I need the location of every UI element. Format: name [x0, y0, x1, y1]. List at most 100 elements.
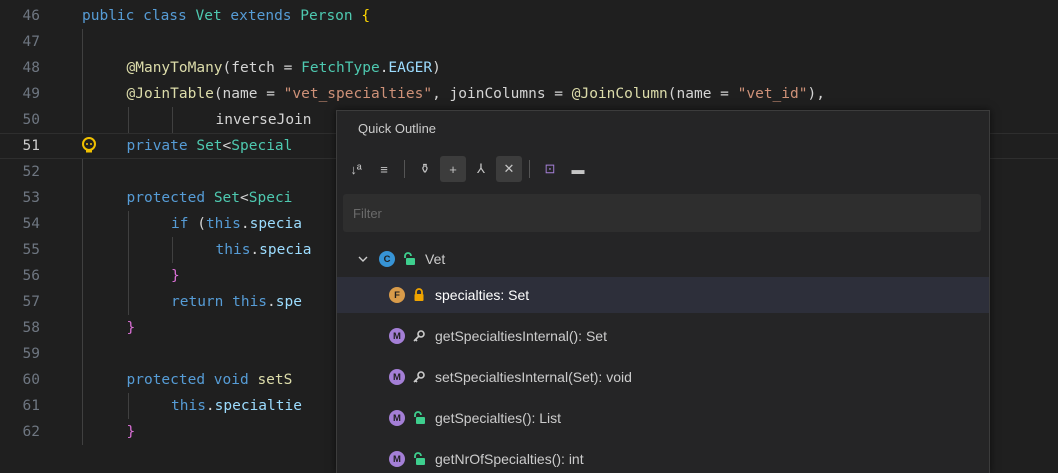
line-number: 50: [22, 112, 40, 128]
code-token: inverseJoin: [215, 112, 312, 128]
code-token: .: [267, 294, 276, 310]
line-number: 57: [22, 294, 40, 310]
sort-alphabetically-button[interactable]: ↓ª: [343, 156, 369, 182]
outline-item[interactable]: MgetSpecialties(): List: [337, 400, 989, 436]
folder-button[interactable]: ▬: [565, 156, 591, 182]
line-number: 53: [22, 190, 40, 206]
outline-item-label: getSpecialtiesInternal(): Set: [435, 328, 607, 344]
code-text: protected Set<Speci: [127, 185, 293, 211]
outline-item-label: specialties: Set: [435, 287, 530, 303]
code-token: protected void: [126, 372, 258, 388]
line-number: 56: [22, 268, 40, 284]
lightbulb-icon[interactable]: [80, 137, 98, 155]
sort-by-position-button[interactable]: ≡: [371, 156, 397, 182]
indent-guide: [172, 107, 173, 133]
code-token: .: [240, 216, 250, 232]
unlocked-padlock-icon: [401, 251, 417, 267]
indent-guide: [128, 237, 129, 263]
code-token: Special: [231, 138, 293, 154]
indent-guide: [82, 393, 83, 419]
code-token: Vet: [195, 8, 231, 24]
filter-input[interactable]: [343, 194, 981, 232]
code-token: }: [171, 268, 180, 284]
code-token: <: [240, 190, 249, 206]
line-number: 49: [22, 86, 40, 102]
method-icon: M: [389, 369, 405, 385]
code-token: Speci: [248, 190, 293, 206]
indent-guide: [172, 237, 173, 263]
indent-guide: [82, 367, 83, 393]
code-text: }: [127, 419, 136, 445]
expand-all-button[interactable]: +: [440, 156, 466, 182]
code-token: {: [361, 8, 371, 24]
code-token: <: [222, 138, 232, 154]
code-line[interactable]: 46 public class Vet extends Person {: [0, 3, 1058, 29]
code-token: this: [205, 216, 241, 232]
indent-guide: [128, 289, 129, 315]
indent-guide: [82, 341, 83, 367]
close-icon: ✕: [503, 161, 515, 176]
outline-item[interactable]: MsetSpecialtiesInternal(Set): void: [337, 359, 989, 395]
code-line[interactable]: 49 @JoinTable(name = "vet_specialties", j…: [0, 81, 1058, 107]
outline-item[interactable]: MgetSpecialtiesInternal(): Set: [337, 318, 989, 354]
code-token: (name =: [213, 86, 284, 102]
filter-box: [343, 194, 981, 232]
indent-guide: [82, 263, 83, 289]
code-token: (: [197, 216, 206, 232]
outline-item[interactable]: Fspecialties: Set: [337, 277, 989, 313]
unlocked-padlock-icon: [411, 410, 427, 426]
code-token: if: [171, 216, 198, 232]
indent-guide: [82, 419, 83, 445]
outline-toolbar: ↓ª ≡ ⚱ + ⅄ ✕ ⊡ ▬: [343, 155, 593, 183]
code-token: }: [126, 424, 136, 440]
code-token: @ManyToMany: [126, 60, 223, 76]
code-token: specia: [249, 216, 302, 232]
code-token: EAGER: [388, 60, 433, 76]
code-token: ),: [807, 86, 825, 102]
padlock-icon: [411, 287, 427, 303]
line-number: 46: [22, 8, 40, 24]
line-number: 52: [22, 164, 40, 180]
indent-guide: [82, 29, 83, 55]
line-number: 54: [22, 216, 40, 232]
code-token: .: [205, 398, 215, 414]
indent-guide: [82, 237, 83, 263]
line-number: 47: [22, 34, 40, 50]
outline-item[interactable]: C Vet: [337, 241, 989, 277]
line-number: 58: [22, 320, 40, 336]
code-text: @JoinTable(name = "vet_specialties", joi…: [127, 81, 825, 107]
key-icon: [411, 328, 427, 344]
code-token: specialtie: [214, 398, 302, 414]
outline-item[interactable]: MgetNrOfSpecialties(): int: [337, 441, 989, 473]
indent-guide: [128, 107, 129, 133]
hierarchy-button[interactable]: ⚱: [412, 156, 438, 182]
method-icon: M: [389, 410, 405, 426]
code-token: @JoinTable: [126, 86, 214, 102]
indent-guide: [82, 211, 83, 237]
indent-guide: [82, 107, 83, 133]
code-text: protected void setS: [127, 367, 293, 393]
code-token: Person: [300, 8, 362, 24]
indent-guide: [82, 315, 83, 341]
code-line[interactable]: 47: [0, 29, 1058, 55]
module-button[interactable]: ⊡: [537, 156, 563, 182]
code-text: }: [127, 315, 136, 341]
inherited-members-icon: ⅄: [477, 161, 485, 176]
code-line[interactable]: 48 @ManyToMany(fetch = FetchType.EAGER): [0, 55, 1058, 81]
code-text: this.specia: [216, 237, 312, 263]
code-token: specia: [259, 242, 312, 258]
code-token: }: [126, 320, 136, 336]
quick-outline-popup: Quick Outline ↓ª ≡ ⚱ + ⅄ ✕ ⊡ ▬ C Vet Fspecialties…: [336, 110, 990, 473]
code-token: spe: [275, 294, 302, 310]
code-token: this: [232, 294, 268, 310]
code-token: (fetch =: [222, 60, 302, 76]
code-text: public class Vet extends Person {: [82, 3, 370, 29]
inherited-members-button[interactable]: ⅄: [468, 156, 494, 182]
key-icon: [411, 369, 427, 385]
code-token: @JoinColumn: [571, 86, 668, 102]
indent-guide: [82, 81, 83, 107]
toolbar-separator: [404, 160, 405, 178]
chevron-down-icon[interactable]: [355, 251, 371, 267]
outline-item-label: getSpecialties(): List: [435, 410, 562, 426]
close-button[interactable]: ✕: [496, 156, 522, 182]
